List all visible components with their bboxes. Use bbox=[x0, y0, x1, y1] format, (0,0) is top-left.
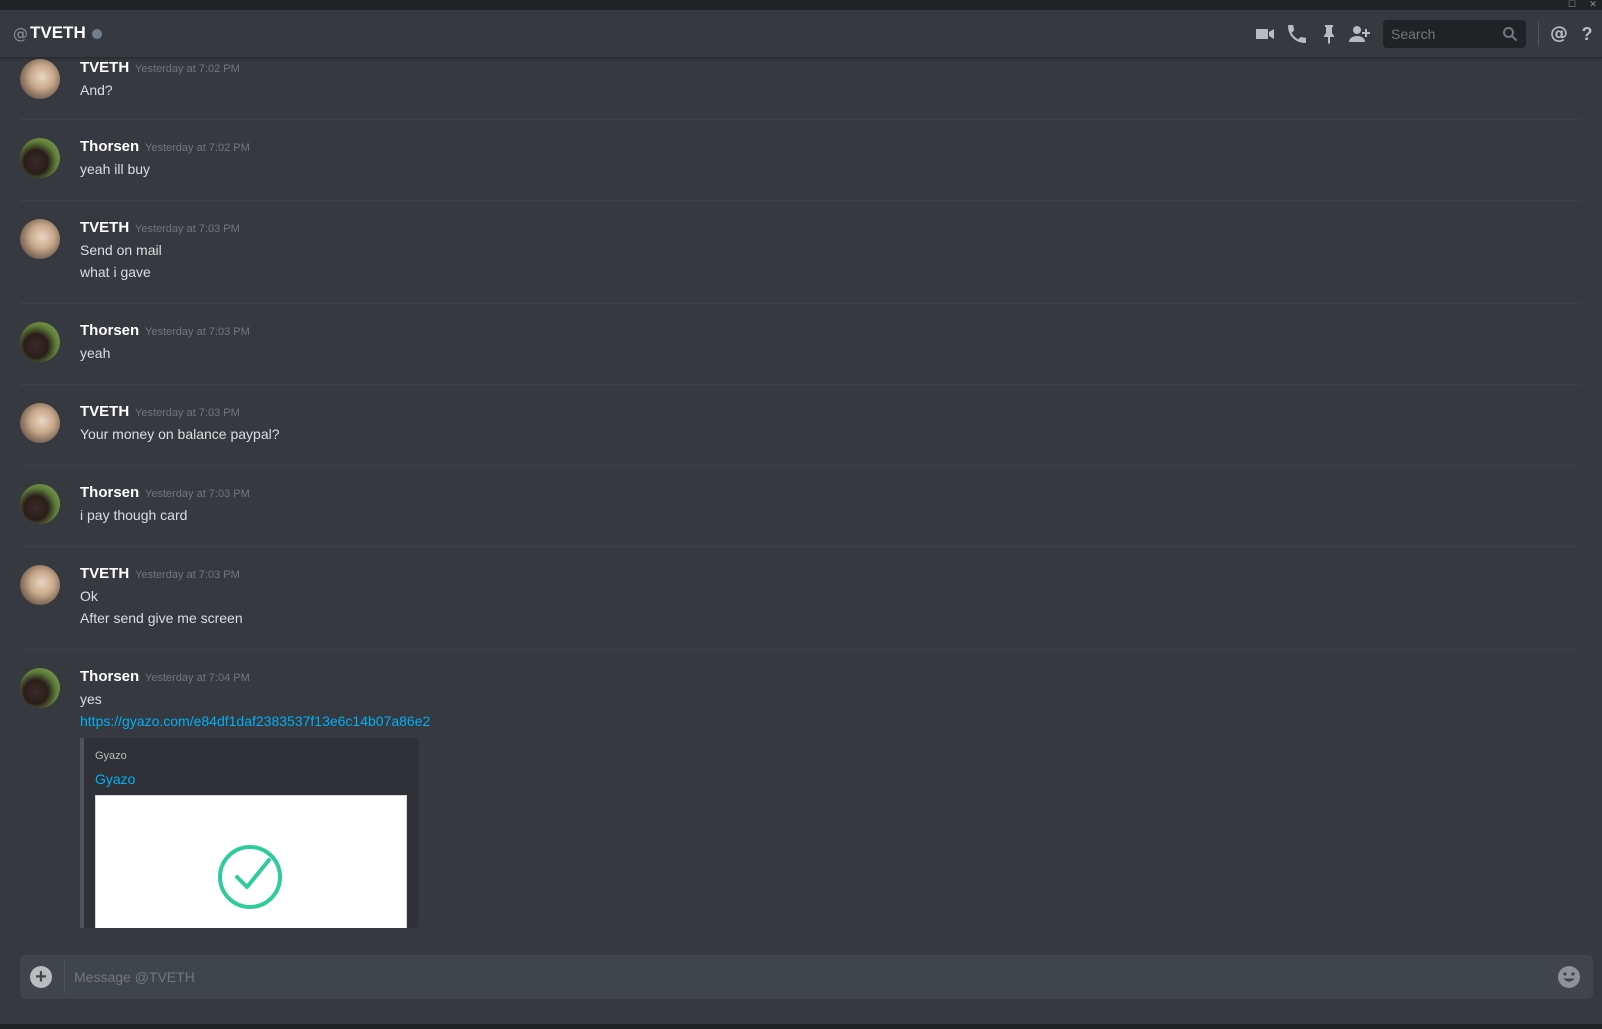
message-group: Thorsen Yesterday at 7:02 PM yeah ill bu… bbox=[20, 138, 1580, 198]
timestamp: Yesterday at 7:03 PM bbox=[135, 223, 240, 235]
timestamp: Yesterday at 7:02 PM bbox=[145, 142, 250, 154]
timestamp: Yesterday at 7:02 PM bbox=[135, 63, 240, 75]
avatar[interactable] bbox=[20, 59, 60, 99]
timestamp: Yesterday at 7:03 PM bbox=[145, 488, 250, 500]
author-name[interactable]: TVETH bbox=[80, 403, 129, 420]
message-divider bbox=[20, 200, 1580, 201]
message-input[interactable] bbox=[74, 955, 1514, 999]
emoji-picker-icon[interactable] bbox=[1557, 965, 1581, 989]
message-divider bbox=[20, 119, 1580, 120]
author-name[interactable]: Thorsen bbox=[80, 484, 139, 501]
status-dot bbox=[92, 29, 102, 39]
message-text: yeah bbox=[80, 345, 111, 361]
message-divider bbox=[20, 384, 1580, 385]
message-divider bbox=[20, 546, 1580, 547]
message-text: Ok bbox=[80, 588, 98, 604]
avatar[interactable] bbox=[20, 484, 60, 524]
avatar[interactable] bbox=[20, 219, 60, 259]
video-call-icon[interactable] bbox=[1253, 22, 1277, 46]
message-text: And? bbox=[80, 82, 113, 98]
author-name[interactable]: Thorsen bbox=[80, 138, 139, 155]
author-name[interactable]: TVETH bbox=[80, 219, 129, 236]
embed-thumbnail[interactable] bbox=[95, 795, 407, 928]
timestamp: Yesterday at 7:03 PM bbox=[145, 326, 250, 338]
author-name[interactable]: TVETH bbox=[80, 565, 129, 582]
message-divider bbox=[20, 303, 1580, 304]
avatar[interactable] bbox=[20, 322, 60, 362]
message-divider bbox=[20, 649, 1580, 650]
message-group: TVETH Yesterday at 7:03 PM Send on mail … bbox=[20, 219, 1580, 303]
timestamp: Yesterday at 7:04 PM bbox=[145, 672, 250, 684]
message-group: Thorsen Yesterday at 7:03 PM yeah bbox=[20, 322, 1580, 382]
message-divider bbox=[20, 465, 1580, 466]
message-text: Your money on balance paypal? bbox=[80, 426, 280, 442]
search-icon bbox=[1503, 27, 1518, 42]
message-composer: + bbox=[20, 955, 1593, 999]
window-bottom-bar bbox=[0, 1024, 1602, 1029]
avatar[interactable] bbox=[20, 403, 60, 443]
message-group: Thorsen Yesterday at 7:04 PM yes https:/… bbox=[20, 668, 1580, 934]
avatar[interactable] bbox=[20, 668, 60, 708]
link-embed: Gyazo Gyazo bbox=[80, 738, 419, 928]
message-group: TVETH Yesterday at 7:03 PM Your money on… bbox=[20, 403, 1580, 463]
upload-plus-icon[interactable]: + bbox=[30, 966, 52, 988]
add-friend-icon[interactable] bbox=[1348, 22, 1372, 46]
message-text: i pay though card bbox=[80, 507, 188, 523]
channel-header: @ TVETH @ ? bbox=[0, 10, 1602, 58]
message-group: TVETH Yesterday at 7:03 PM Ok After send… bbox=[20, 565, 1580, 649]
timestamp: Yesterday at 7:03 PM bbox=[135, 407, 240, 419]
message-text: what i gave bbox=[80, 264, 151, 280]
search-input[interactable] bbox=[1383, 20, 1495, 48]
avatar[interactable] bbox=[20, 565, 60, 605]
message-group: Thorsen Yesterday at 7:03 PM i pay thoug… bbox=[20, 484, 1580, 544]
author-name[interactable]: Thorsen bbox=[80, 668, 139, 685]
header-divider bbox=[1538, 22, 1539, 46]
message-group: TVETH Yesterday at 7:02 PM And? bbox=[20, 59, 1580, 119]
restore-window-button[interactable]: ☐ bbox=[1567, 0, 1577, 9]
avatar[interactable] bbox=[20, 138, 60, 178]
mentions-icon[interactable]: @ bbox=[1547, 22, 1571, 46]
author-name[interactable]: TVETH bbox=[80, 59, 129, 76]
message-link[interactable]: https://gyazo.com/e84df1daf2383537f13e6c… bbox=[80, 713, 430, 729]
embed-title-link[interactable]: Gyazo bbox=[95, 771, 135, 787]
timestamp: Yesterday at 7:03 PM bbox=[135, 569, 240, 581]
composer-divider bbox=[64, 961, 65, 993]
message-text: Send on mail bbox=[80, 242, 162, 258]
message-text: yeah ill buy bbox=[80, 161, 151, 177]
embed-provider: Gyazo bbox=[95, 750, 127, 762]
pin-icon[interactable] bbox=[1317, 22, 1341, 46]
message-list[interactable]: TVETH Yesterday at 7:02 PM And? Thorsen … bbox=[0, 58, 1602, 934]
check-circle-icon bbox=[218, 845, 282, 909]
search-box[interactable] bbox=[1383, 20, 1526, 48]
author-name[interactable]: Thorsen bbox=[80, 322, 139, 339]
message-text: After send give me screen bbox=[80, 610, 243, 626]
channel-name: TVETH bbox=[30, 23, 86, 42]
close-window-button[interactable]: ✕ bbox=[1588, 0, 1598, 9]
at-icon: @ bbox=[13, 25, 28, 43]
help-icon[interactable]: ? bbox=[1575, 22, 1599, 46]
message-text: yes bbox=[80, 691, 102, 707]
window-title-bar: ☐ ✕ bbox=[0, 0, 1602, 10]
voice-call-icon[interactable] bbox=[1285, 22, 1309, 46]
